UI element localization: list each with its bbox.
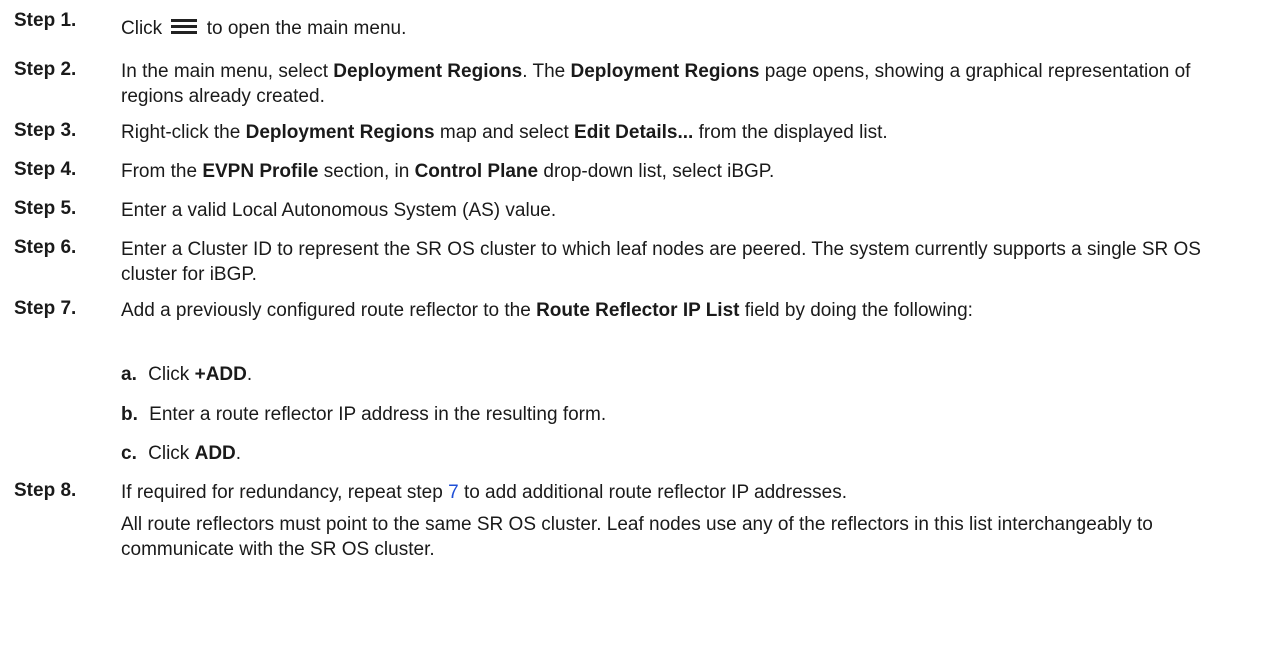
step-text: Click to open the main menu.	[121, 18, 407, 39]
step-number: Step 1.	[14, 10, 77, 31]
step-text: Enter a Cluster ID to represent the SR O…	[121, 239, 1201, 285]
ui-term: Edit Details...	[574, 122, 694, 143]
step-6: Step 6. Enter a Cluster ID to represent …	[14, 237, 1251, 287]
step-number: Step 3.	[14, 120, 77, 141]
ui-term: ADD	[194, 443, 236, 464]
step-7-link[interactable]: 7	[448, 482, 459, 503]
step-text: Add a previously configured route reflec…	[121, 300, 973, 321]
step-8: Step 8. If required for redundancy, repe…	[14, 480, 1251, 562]
step-text: Right-click the Deployment Regions map a…	[121, 122, 888, 143]
step-7: Step 7. Add a previously configured rout…	[14, 298, 1251, 323]
procedure-document: Step 1. Click to open the main menu. Ste…	[0, 0, 1271, 662]
substep-b: b. Enter a route reflector IP address in…	[121, 404, 607, 425]
step-number: Step 6.	[14, 237, 77, 258]
step-text: In the main menu, select Deployment Regi…	[121, 61, 1191, 107]
ui-term: EVPN Profile	[202, 161, 319, 182]
ui-term: +ADD	[194, 364, 247, 385]
step-2: Step 2. In the main menu, select Deploym…	[14, 59, 1251, 109]
step-text: If required for redundancy, repeat step …	[121, 482, 847, 503]
step-number: Step 4.	[14, 159, 77, 180]
substep-c: c. Click ADD.	[121, 443, 242, 464]
step-4: Step 4. From the EVPN Profile section, i…	[14, 159, 1251, 184]
step-3: Step 3. Right-click the Deployment Regio…	[14, 120, 1251, 145]
step-note: All route reflectors must point to the s…	[121, 514, 1153, 560]
ui-term: Deployment Regions	[333, 61, 523, 82]
ui-term: Deployment Regions	[245, 122, 435, 143]
ui-term: Deployment Regions	[570, 61, 760, 82]
step-text: Enter a valid Local Autonomous System (A…	[121, 200, 557, 221]
step-text: From the EVPN Profile section, in Contro…	[121, 161, 775, 182]
ui-term: Route Reflector IP List	[536, 300, 740, 321]
step-1: Step 1. Click to open the main menu.	[14, 10, 1251, 41]
step-number: Step 2.	[14, 59, 77, 80]
step-5: Step 5. Enter a valid Local Autonomous S…	[14, 198, 1251, 223]
substep-a: a. Click +ADD.	[121, 364, 253, 385]
step-number: Step 8.	[14, 480, 77, 501]
step-number: Step 7.	[14, 298, 77, 319]
ui-term: Control Plane	[414, 161, 539, 182]
step-number: Step 5.	[14, 198, 77, 219]
hamburger-menu-icon	[171, 19, 198, 35]
